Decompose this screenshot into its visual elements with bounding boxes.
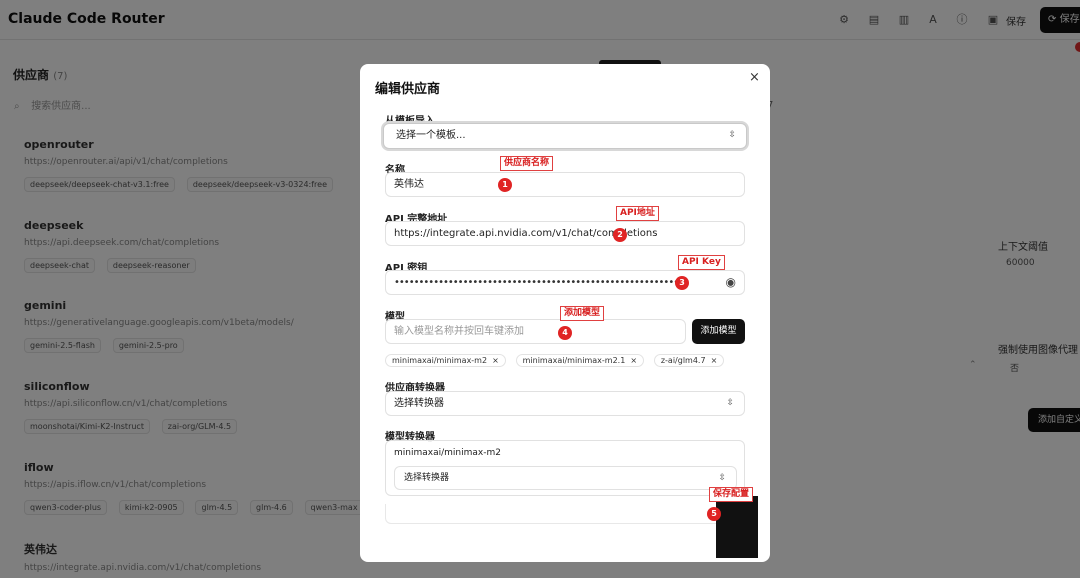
dialog-title: 编辑供应商: [375, 82, 441, 97]
model-transformer-model: minimaxai/minimax-m2: [394, 448, 501, 458]
eye-icon[interactable]: ◉: [726, 271, 736, 294]
chevron-updown-icon: ⇳: [718, 473, 726, 483]
model-tag: minimaxai/minimax-m2 ×: [385, 354, 506, 367]
api-key-input[interactable]: ••••••••••••••••••••••••••••••••••••••••…: [385, 270, 745, 295]
remove-tag-icon[interactable]: ×: [630, 356, 637, 365]
add-model-button[interactable]: 添加模型: [692, 319, 745, 344]
chevron-updown-icon: ⇳: [726, 398, 734, 408]
model-tag-list: minimaxai/minimax-m2 × minimaxai/minimax-…: [385, 352, 730, 367]
model-input-placeholder: 输入模型名称并按回车键添加: [394, 326, 524, 337]
save-button-redacted[interactable]: [716, 496, 758, 558]
model-tag-label: z-ai/glm4.7: [660, 356, 706, 365]
annotation-save: 保存配置: [709, 487, 754, 502]
annotation-add-model: 添加模型: [560, 306, 605, 321]
annotation-api-key: API Key: [678, 255, 725, 270]
remove-tag-icon[interactable]: ×: [492, 356, 499, 365]
model-transformer-value: 选择转换器: [404, 473, 450, 483]
annotation-number: 5: [707, 507, 721, 521]
chevron-updown-icon: ⇳: [728, 130, 736, 140]
annotation-number: 2: [613, 228, 627, 242]
close-icon[interactable]: ×: [749, 70, 760, 85]
model-tag-label: minimaxai/minimax-m2: [392, 356, 488, 365]
provider-transformer-value: 选择转换器: [394, 398, 444, 409]
provider-transformer-select[interactable]: 选择转换器 ⇳: [385, 391, 745, 416]
api-key-masked: ••••••••••••••••••••••••••••••••••••••••…: [394, 277, 684, 288]
annotation-provider-name: 供应商名称: [500, 156, 554, 171]
annotation-number: 3: [675, 276, 689, 290]
model-tag: minimaxai/minimax-m2.1 ×: [515, 354, 645, 367]
api-url-input[interactable]: https://integrate.api.nvidia.com/v1/chat…: [385, 221, 745, 246]
model-tag: z-ai/glm4.7 ×: [653, 354, 725, 367]
remove-tag-icon[interactable]: ×: [711, 356, 718, 365]
name-input[interactable]: 英伟达: [385, 172, 745, 197]
model-transformer-card: minimaxai/minimax-m2 选择转换器 ⇳: [385, 440, 745, 496]
annotation-number: 4: [558, 326, 572, 340]
annotation-number: 1: [498, 178, 512, 192]
model-transformer-card-next: [385, 504, 745, 524]
model-transformer-select[interactable]: 选择转换器 ⇳: [394, 466, 737, 490]
model-tag-label: minimaxai/minimax-m2.1: [522, 356, 626, 365]
annotation-api-url: API地址: [616, 206, 659, 221]
model-input[interactable]: 输入模型名称并按回车键添加: [385, 319, 686, 344]
name-input-value: 英伟达: [394, 179, 424, 190]
template-select-value: 选择一个模板...: [396, 130, 466, 141]
template-select[interactable]: 选择一个模板... ⇳: [383, 123, 747, 149]
